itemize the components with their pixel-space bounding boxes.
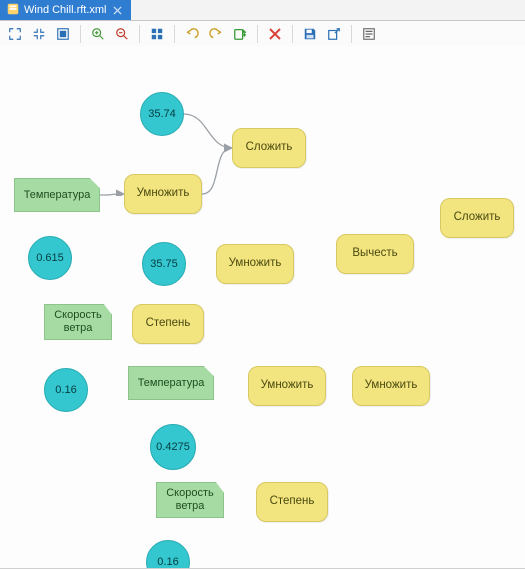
const-node[interactable]: 35.74 (140, 92, 184, 136)
zoom-in-icon[interactable] (87, 23, 109, 45)
edge (202, 148, 232, 194)
input-node[interactable]: Температура (14, 178, 100, 212)
const-node[interactable]: 0.4275 (150, 424, 196, 470)
collapse-icon[interactable] (28, 23, 50, 45)
const-node[interactable]: 0.615 (28, 236, 72, 280)
save-icon[interactable] (299, 23, 321, 45)
diagram-canvas[interactable]: 35.74 Температура Умножить Сложить 0.615 35.7… (0, 46, 525, 568)
toolbar-separator (292, 25, 293, 43)
properties-icon[interactable] (358, 23, 380, 45)
close-icon[interactable] (111, 3, 125, 17)
const-node[interactable]: 35.75 (142, 242, 186, 286)
toolbar-separator (174, 25, 175, 43)
tab-title: Wind Chill.rft.xml (24, 4, 107, 16)
layout-icon[interactable] (146, 23, 168, 45)
expand-icon[interactable] (4, 23, 26, 45)
toolbar-separator (257, 25, 258, 43)
op-node[interactable]: Степень (256, 482, 328, 522)
fit-icon[interactable] (52, 23, 74, 45)
input-node[interactable]: Скоростьветра (156, 482, 224, 518)
op-node[interactable]: Сложить (440, 198, 514, 238)
file-icon (6, 2, 20, 19)
edge (184, 114, 232, 148)
redo-icon[interactable] (205, 23, 227, 45)
op-node[interactable]: Умножить (248, 366, 326, 406)
input-node[interactable]: Скоростьветра (44, 304, 112, 340)
toolbar-separator (139, 25, 140, 43)
toolbar-separator (80, 25, 81, 43)
const-node[interactable]: 0.16 (44, 368, 88, 412)
op-node[interactable]: Степень (132, 304, 204, 344)
op-node[interactable]: Умножить (124, 174, 202, 214)
op-node[interactable]: Сложить (232, 128, 306, 168)
add-node-icon[interactable] (229, 23, 251, 45)
zoom-out-icon[interactable] (111, 23, 133, 45)
op-node[interactable]: Вычесть (336, 234, 414, 274)
tab-wind-chill[interactable]: Wind Chill.rft.xml (0, 0, 131, 20)
undo-icon[interactable] (181, 23, 203, 45)
export-icon[interactable] (323, 23, 345, 45)
toolbar (0, 21, 525, 48)
const-node[interactable]: 0.16 (146, 540, 190, 569)
tab-bar: Wind Chill.rft.xml (0, 0, 525, 21)
op-node[interactable]: Умножить (352, 366, 430, 406)
op-node[interactable]: Умножить (216, 244, 294, 284)
input-node[interactable]: Температура (128, 366, 214, 400)
toolbar-separator (351, 25, 352, 43)
delete-icon[interactable] (264, 23, 286, 45)
